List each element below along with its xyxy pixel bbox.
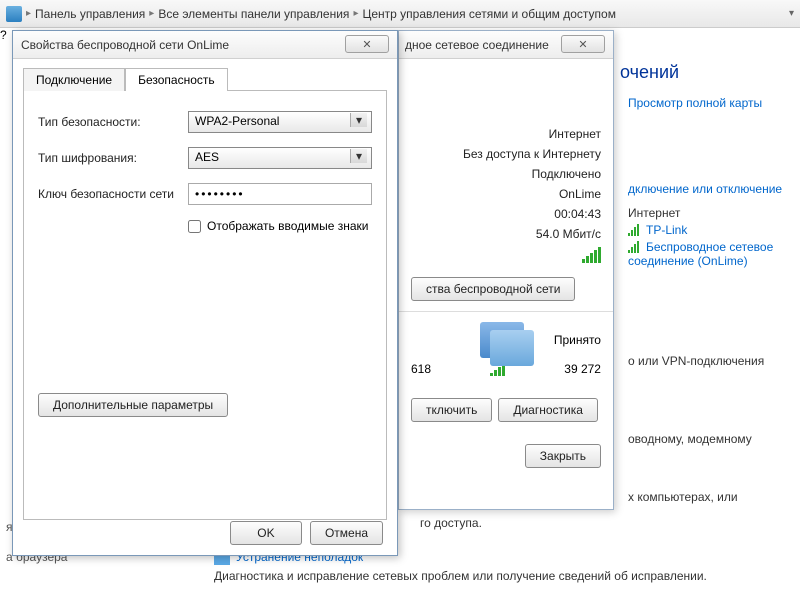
tab-panel-security: Тип безопасности: WPA2-Personal Тип шифр…	[23, 90, 387, 520]
close-button[interactable]: ✕	[345, 35, 389, 53]
chevron-right-icon: ▸	[149, 8, 154, 19]
security-type-combo[interactable]: WPA2-Personal	[188, 111, 372, 133]
status-dialog: дное сетевое соединение ✕ Интернет Без д…	[398, 30, 614, 510]
ok-button[interactable]: OK	[230, 521, 302, 545]
status-value: Подключено	[532, 167, 601, 181]
network-link[interactable]: TP-Link	[628, 222, 798, 237]
breadcrumb-item[interactable]: Центр управления сетями и общим доступом	[362, 7, 616, 21]
show-chars-label: Отображать вводимые знаки	[207, 219, 368, 233]
page-heading: очений	[620, 62, 679, 83]
network-link[interactable]: Беспроводное сетевое соединение (OnLime)	[628, 239, 798, 268]
received-label: Принято	[554, 333, 601, 347]
partial-text: о или VPN-подключения	[628, 354, 764, 368]
partial-text: оводному, модемному	[628, 432, 752, 446]
chevron-down-icon[interactable]: ▾	[789, 8, 794, 19]
diagnostics-button[interactable]: Диагностика	[498, 398, 598, 422]
signal-bars-icon	[582, 247, 601, 263]
close-button[interactable]: ✕	[561, 35, 605, 53]
status-value: Интернет	[549, 127, 601, 141]
tab-strip: Подключение Безопасность	[23, 67, 397, 90]
key-input[interactable]	[188, 183, 372, 205]
dialog-title: дное сетевое соединение ✕	[399, 31, 613, 59]
breadcrumb-item[interactable]: Панель управления	[35, 7, 145, 21]
tab-connection[interactable]: Подключение	[23, 68, 125, 91]
breadcrumb: ▸ Панель управления ▸ Все элементы панел…	[0, 0, 800, 28]
diag-text: Диагностика и исправление сетевых пробле…	[214, 569, 792, 583]
view-map-link[interactable]: Просмотр полной карты	[628, 96, 798, 110]
chevron-right-icon: ▸	[353, 8, 358, 19]
tab-security[interactable]: Безопасность	[125, 68, 228, 91]
connect-disconnect-link[interactable]: дключение или отключение	[628, 182, 798, 196]
show-chars-checkbox[interactable]	[188, 220, 201, 233]
status-duration: 00:04:43	[554, 207, 601, 221]
close-button[interactable]: Закрыть	[525, 444, 601, 468]
status-ssid: OnLime	[559, 187, 601, 201]
partial-text: го доступа.	[420, 516, 482, 530]
status-value: Без доступа к Интернету	[463, 147, 601, 161]
security-type-label: Тип безопасности:	[38, 115, 188, 129]
wifi-icon	[628, 241, 642, 253]
computers-icon	[480, 322, 524, 358]
divider	[399, 311, 613, 312]
advanced-button[interactable]: Дополнительные параметры	[38, 393, 228, 417]
encryption-label: Тип шифрования:	[38, 151, 188, 165]
breadcrumb-item[interactable]: Все элементы панели управления	[158, 7, 349, 21]
encryption-combo[interactable]: AES	[188, 147, 372, 169]
properties-dialog: Свойства беспроводной сети OnLime ✕ Подк…	[12, 30, 398, 556]
wireless-props-button[interactable]: ства беспроводной сети	[411, 277, 575, 301]
partial-text: х компьютерах, или	[628, 490, 738, 504]
control-panel-icon	[6, 6, 22, 22]
wifi-icon	[628, 224, 642, 236]
dialog-title: Свойства беспроводной сети OnLime ✕	[13, 31, 397, 59]
internet-label: Интернет	[628, 206, 798, 220]
status-speed: 54.0 Мбит/с	[536, 227, 601, 241]
chevron-right-icon: ▸	[26, 8, 31, 19]
received-value: 39 272	[564, 362, 601, 376]
cancel-button[interactable]: Отмена	[310, 521, 383, 545]
sent-value: 618	[411, 362, 431, 376]
disconnect-button[interactable]: тключить	[411, 398, 492, 422]
key-label: Ключ безопасности сети	[38, 187, 188, 201]
